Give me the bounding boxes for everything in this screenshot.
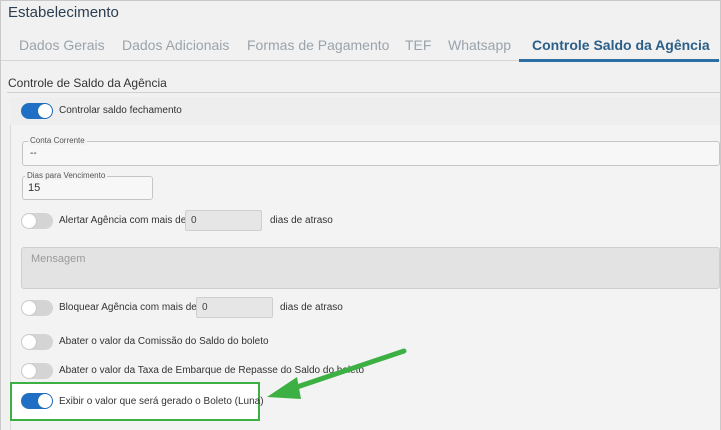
arrow-head <box>267 377 301 399</box>
arrow-shaft <box>288 348 407 392</box>
window: Estabelecimento Dados Gerais Dados Adici… <box>0 0 721 430</box>
annotation-arrow <box>267 348 407 399</box>
